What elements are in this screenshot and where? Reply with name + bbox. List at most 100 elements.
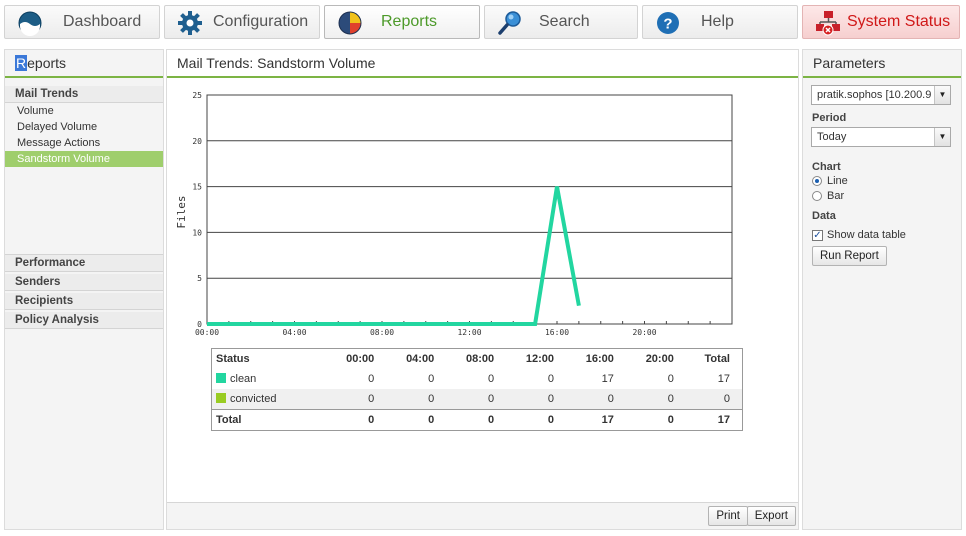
main-nav: Dashboard Configuration Reports Search ?… [0,0,966,44]
group-recipients[interactable]: Recipients [5,293,163,310]
report-delayed-volume[interactable]: Delayed Volume [5,119,163,135]
tab-configuration[interactable]: Configuration [164,5,320,39]
table-cell: 0 [326,409,387,431]
table-header: 16:00 [585,353,614,365]
export-button[interactable]: Export [746,506,796,526]
chart-grid [206,94,733,325]
table-cell: 0 [428,373,435,385]
color-swatch [216,373,226,383]
table-cell: 0 [625,389,686,410]
color-swatch [216,393,226,403]
table-header: 12:00 [525,353,555,365]
x-tick-label: 16:00 [545,328,569,337]
table-cell: 0 [547,373,555,385]
table-header: Status [216,353,250,365]
table-cell: 0 [368,373,375,385]
tab-system-status[interactable]: System Status [802,5,960,39]
reports-panel: Reports Mail Trends Volume Delayed Volum… [4,49,164,530]
table-cell: 0 [446,389,507,410]
group-senders[interactable]: Senders [5,274,163,291]
table-header: 00:00 [346,353,375,365]
status-label: clean [230,373,257,385]
search-icon [498,11,521,35]
title-rest: eports [27,55,67,71]
tab-label: System Status [847,13,951,30]
data-label: Data [812,210,836,222]
table-cell: 0 [386,389,447,410]
radio-bar-label: Bar [827,190,845,202]
x-tick-label: 12:00 [457,328,481,337]
table-header-row: Status 00:00 04:00 08:00 12:00 16:00 20:… [212,349,743,370]
table-cell: 0 [667,373,674,385]
tab-label: Reports [381,13,438,30]
period-label: Period [812,112,847,124]
table-total-row: Total 0 0 0 0 17 0 17 [211,409,743,431]
chart-y-ticks: 0510152025 [192,91,202,329]
table-row: clean 0 0 0 0 17 0 17 [212,369,743,389]
table-cell: 0 [446,409,507,431]
tab-reports[interactable]: Reports [324,5,480,39]
period-select[interactable]: Today ▼ [811,127,951,147]
status-cell: clean [212,369,327,389]
x-tick-label: 00:00 [195,328,219,337]
group-performance[interactable]: Performance [5,254,163,272]
host-select[interactable]: pratik.sophos [10.200.9 ▼ [811,85,951,105]
x-tick-label: 20:00 [632,328,656,337]
table-cell: 17 [566,409,626,431]
status-label: convicted [230,393,277,405]
y-tick-label: 10 [192,228,202,237]
report-message-actions[interactable]: Message Actions [5,135,163,151]
report-panel: Mail Trends: Sandstorm Volume 0 5 10 15 20 25… [166,49,799,530]
svg-text:?: ? [663,16,672,33]
y-tick-label: 5 [197,274,202,283]
tab-label: Search [539,13,590,30]
chart-line-option[interactable]: Line [812,175,848,187]
print-button[interactable]: Print [708,506,748,526]
tab-help[interactable]: ? Help [642,5,798,39]
parameters-panel: Parameters pratik.sophos [10.200.9 ▼ Per… [802,49,962,530]
volume-chart: 0510152025 00:00 04:00 08:00 12:00 16:00 20:0… [175,91,733,337]
total-label: Total [211,409,327,431]
table-cell: 17 [601,373,614,385]
chart-y-label: Files [175,195,188,228]
y-tick-label: 25 [192,91,202,100]
data-table: Status 00:00 04:00 08:00 12:00 16:00 20:… [211,348,743,431]
table-header: Total [704,353,730,365]
table-cell: 0 [506,389,567,410]
table-header: 08:00 [465,353,495,365]
table-cell: 17 [717,373,730,385]
dashboard-icon [18,11,42,36]
radio-bar[interactable] [812,191,822,201]
report-volume[interactable]: Volume [5,103,163,119]
reports-panel-title: Reports [5,50,163,78]
chart-bar-option[interactable]: Bar [812,190,844,202]
chevron-down-icon: ▼ [934,128,950,146]
reports-icon [338,11,362,35]
group-policy-analysis[interactable]: Policy Analysis [5,312,163,329]
tab-label: Configuration [213,13,309,30]
table-header: 20:00 [645,353,674,365]
x-tick-label: 04:00 [282,328,306,337]
help-icon: ? [657,12,679,34]
y-tick-label: 15 [192,183,202,192]
tab-search[interactable]: Search [484,5,638,39]
radio-line[interactable] [812,176,822,186]
group-mail-trends[interactable]: Mail Trends [5,86,163,103]
table-cell: 0 [386,409,447,431]
tab-dashboard[interactable]: Dashboard [4,5,160,39]
show-data-table-option[interactable]: ✓ Show data table [812,229,906,241]
table-header: 04:00 [406,353,435,365]
run-report-button[interactable]: Run Report [812,246,887,266]
table-cell: 0 [506,409,567,431]
y-tick-label: 20 [192,137,202,146]
report-sandstorm-volume[interactable]: Sandstorm Volume [5,151,163,167]
table-cell: 0 [625,409,686,431]
table-row: convicted 0 0 0 0 0 0 0 [211,389,743,410]
table-cell: 17 [685,409,743,431]
table-cell: 0 [326,389,387,410]
title-highlight: R [15,55,28,71]
status-cell: convicted [211,389,327,410]
period-select-value: Today [817,131,847,143]
show-data-table-checkbox[interactable]: ✓ [812,229,823,241]
host-select-value: pratik.sophos [10.200.9 [817,89,932,101]
